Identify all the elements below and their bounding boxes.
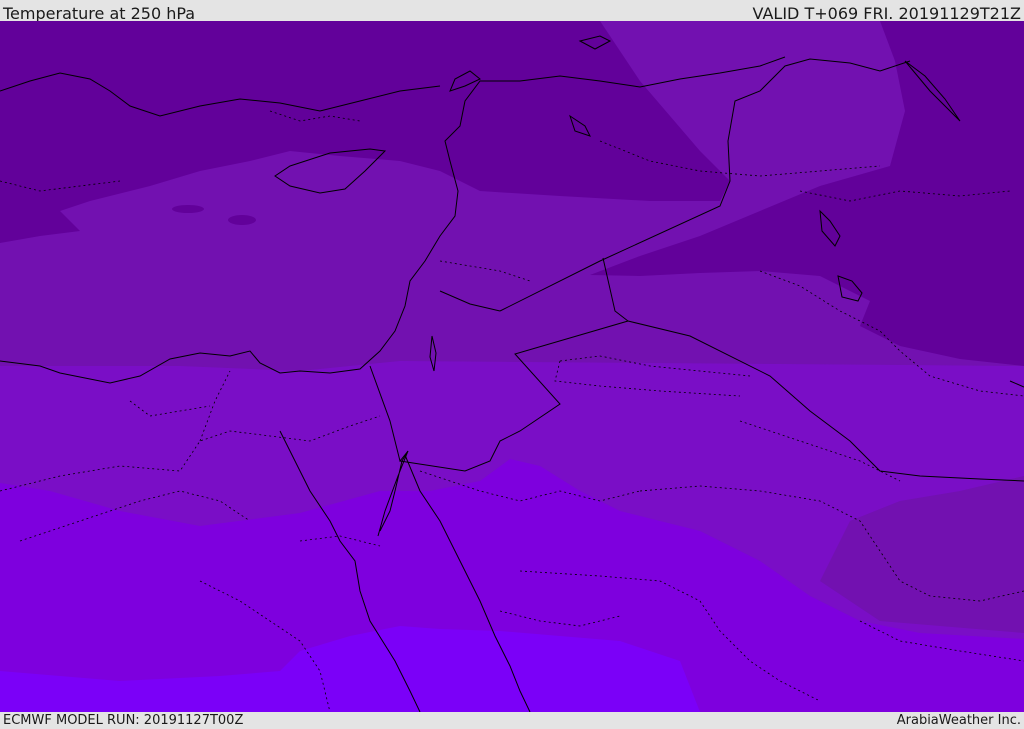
temperature-map xyxy=(0,21,1024,712)
band-darkest-spot xyxy=(172,205,204,213)
header-bar: Temperature at 250 hPa VALID T+069 FRI. … xyxy=(0,0,1024,23)
footer-bar: ECMWF MODEL RUN: 20191127T00Z ArabiaWeat… xyxy=(0,712,1024,729)
brand-label: ArabiaWeather Inc. xyxy=(896,713,1021,728)
model-run-label: ECMWF MODEL RUN: 20191127T00Z xyxy=(3,713,244,728)
map-canvas[interactable] xyxy=(0,21,1024,712)
